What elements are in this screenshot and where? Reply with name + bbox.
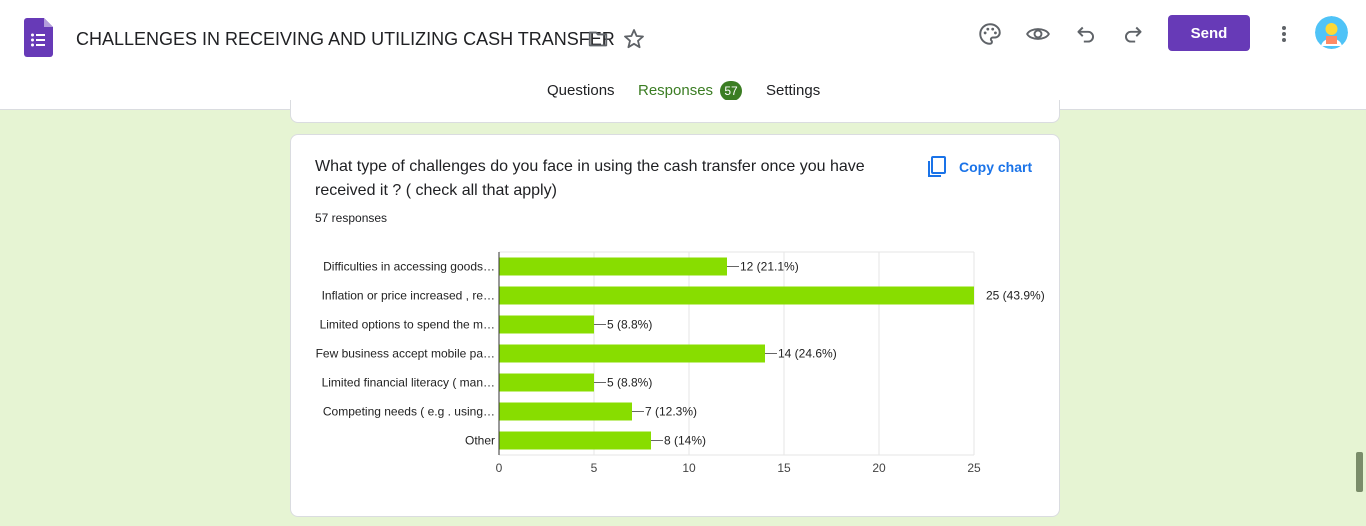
data-label: 8 (14%) [664,434,706,448]
data-label: 7 (12.3%) [645,405,697,419]
top-bar: CHALLENGES IN RECEIVING AND UTILIZING CA… [0,0,1366,72]
bar[interactable] [499,431,651,450]
redo-icon[interactable] [1120,21,1146,47]
category-label: Few business accept mobile pa… [316,347,495,361]
more-vert-icon[interactable] [1274,22,1294,46]
category-label: Difficulties in accessing goods… [323,260,495,274]
tab-settings[interactable]: Settings [766,82,820,99]
question-summary-card: What type of challenges do you face in u… [290,134,1060,517]
previous-question-card [290,100,1060,123]
category-label: Limited financial literacy ( man… [322,376,495,390]
data-label: 5 (8.8%) [607,318,652,332]
category-label: Limited options to spend the m… [320,318,495,332]
app-header: CHALLENGES IN RECEIVING AND UTILIZING CA… [0,0,1366,110]
x-tick-label: 10 [682,461,696,475]
send-button[interactable]: Send [1168,15,1250,51]
data-label: 12 (21.1%) [740,260,799,274]
bar[interactable] [499,402,632,421]
category-label: Inflation or price increased , re… [322,289,495,303]
responses-count-badge: 57 [720,81,742,101]
category-label: Other [465,434,495,448]
bar[interactable] [499,257,727,276]
bar[interactable] [499,373,594,392]
preview-eye-icon[interactable] [1025,21,1051,47]
avatar[interactable] [1315,16,1348,49]
data-label: 5 (8.8%) [607,376,652,390]
bar[interactable] [499,315,594,334]
x-tick-label: 25 [967,461,981,475]
bar-chart: Difficulties in accessing goods… 12 (21.1… [316,251,1045,475]
avatar-image-icon [1315,16,1348,49]
folder-icon[interactable] [587,28,609,50]
x-tick-label: 15 [777,461,791,475]
form-title[interactable]: CHALLENGES IN RECEIVING AND UTILIZING CA… [76,29,615,50]
x-tick-label: 0 [496,461,503,475]
data-label: 14 (24.6%) [778,347,837,361]
x-tick-label: 5 [591,461,598,475]
undo-icon[interactable] [1073,21,1099,47]
tab-questions[interactable]: Questions [547,82,615,99]
x-tick-label: 20 [872,461,886,475]
star-icon[interactable] [622,27,646,51]
bar[interactable] [499,344,765,363]
tab-responses[interactable]: Responses [638,82,713,99]
palette-icon[interactable] [977,21,1003,47]
category-label: Competing needs ( e.g . using… [323,405,495,419]
data-label: 25 (43.9%) [986,289,1045,303]
scrollbar-thumb[interactable] [1356,452,1363,492]
google-forms-logo-icon[interactable] [24,18,53,57]
bar[interactable] [499,286,974,305]
